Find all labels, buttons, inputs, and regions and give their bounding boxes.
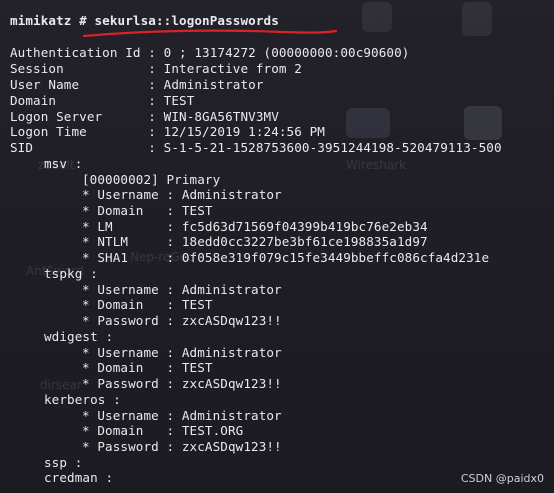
terminal-window[interactable]: zobalt Wireshark AntSword Nep-reGeo dirs…: [0, 0, 554, 493]
red-underline-annotation: [82, 29, 338, 38]
watermark: CSDN @paidx0: [460, 472, 544, 485]
